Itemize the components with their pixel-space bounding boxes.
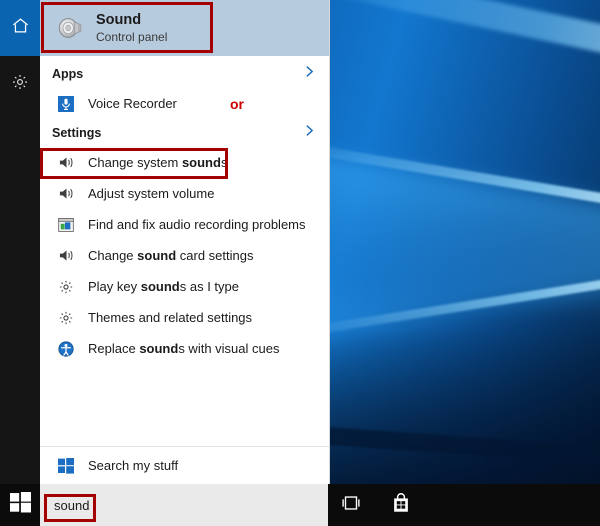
result-item[interactable]: Replace sounds with visual cues <box>40 333 329 364</box>
troubleshooter-window-icon <box>58 217 74 232</box>
speaker-icon <box>58 186 75 201</box>
speaker-icon <box>58 248 75 263</box>
result-item-icon <box>52 95 80 112</box>
wallpaper-light-beam <box>285 259 600 339</box>
store-button[interactable] <box>378 484 424 526</box>
wallpaper-light-beam <box>283 140 600 221</box>
result-item-label: Voice Recorder <box>88 96 177 111</box>
result-item-icon <box>52 155 80 170</box>
result-item-label-match: sound <box>137 248 177 263</box>
microphone-app-icon <box>58 95 74 112</box>
task-view-button[interactable] <box>328 484 374 526</box>
result-item-icon <box>52 340 80 357</box>
speaker-control-panel-icon <box>52 13 90 43</box>
search-results-flyout: Sound Control panel Apps Voice Recorder or… <box>40 0 330 484</box>
gear-icon <box>58 310 74 326</box>
result-item-label: Change system sounds <box>88 155 228 170</box>
result-item[interactable]: Voice Recorder or <box>40 88 329 119</box>
top-result-subtitle: Control panel <box>96 29 168 44</box>
result-item[interactable]: Play key sounds as I type <box>40 271 329 302</box>
start-menu-left-rail <box>0 0 40 506</box>
windows-logo-icon <box>52 457 80 474</box>
result-item-label-match: sound <box>140 279 180 294</box>
result-item[interactable]: Themes and related settings <box>40 302 329 333</box>
group-header-settings[interactable]: Settings <box>40 119 329 147</box>
gear-icon <box>11 73 29 96</box>
home-icon <box>11 16 30 40</box>
task-view-icon <box>340 494 362 517</box>
top-result-sound[interactable]: Sound Control panel <box>40 0 329 56</box>
group-header-label: Apps <box>52 67 84 81</box>
speaker-icon <box>58 155 75 170</box>
result-item-icon <box>52 186 80 201</box>
search-my-stuff-label: Search my stuff <box>88 458 179 473</box>
result-item[interactable]: Adjust system volume <box>40 178 329 209</box>
result-item-label: Themes and related settings <box>88 310 253 325</box>
result-item-icon <box>52 279 80 295</box>
result-item-label-match: sound <box>181 155 221 170</box>
start-button[interactable] <box>0 484 40 526</box>
store-bag-icon <box>390 492 412 519</box>
ease-of-access-icon <box>58 340 74 357</box>
result-item-label: Adjust system volume <box>88 186 215 201</box>
result-item-icon <box>52 217 80 232</box>
results-list: Apps Voice Recorder or Settings Change syste… <box>40 56 329 446</box>
chevron-right-icon <box>304 65 315 84</box>
top-result-title: Sound <box>96 11 142 28</box>
rail-item-home[interactable] <box>0 0 40 56</box>
chevron-right-icon <box>304 124 315 143</box>
result-item[interactable]: Find and fix audio recording problems <box>40 209 329 240</box>
windows-start-icon <box>9 492 31 518</box>
result-item-label: Replace sounds with visual cues <box>88 341 280 356</box>
rail-spacer <box>0 112 40 484</box>
taskbar-search-value: sound <box>54 497 90 513</box>
taskbar-search-input[interactable]: sound <box>40 484 328 526</box>
group-header-apps[interactable]: Apps <box>40 60 329 88</box>
result-item-label: Change sound card settings <box>88 248 254 263</box>
search-my-stuff-row[interactable]: Search my stuff <box>40 446 329 484</box>
result-item[interactable]: Change system sounds <box>40 147 329 178</box>
result-item-icon <box>52 310 80 326</box>
result-item[interactable]: Change sound card settings <box>40 240 329 271</box>
result-item-label-match: sound <box>139 341 179 356</box>
taskbar: sound <box>0 484 600 526</box>
annotation-or-text: or <box>230 95 244 112</box>
result-item-label: Find and fix audio recording problems <box>88 217 306 232</box>
result-item-icon <box>52 248 80 263</box>
rail-item-settings[interactable] <box>0 56 40 112</box>
result-item-label: Play key sounds as I type <box>88 279 239 294</box>
wallpaper-glow <box>285 181 600 339</box>
wallpaper-light-beam <box>294 0 600 84</box>
gear-icon <box>58 279 74 295</box>
group-header-label: Settings <box>52 126 102 140</box>
